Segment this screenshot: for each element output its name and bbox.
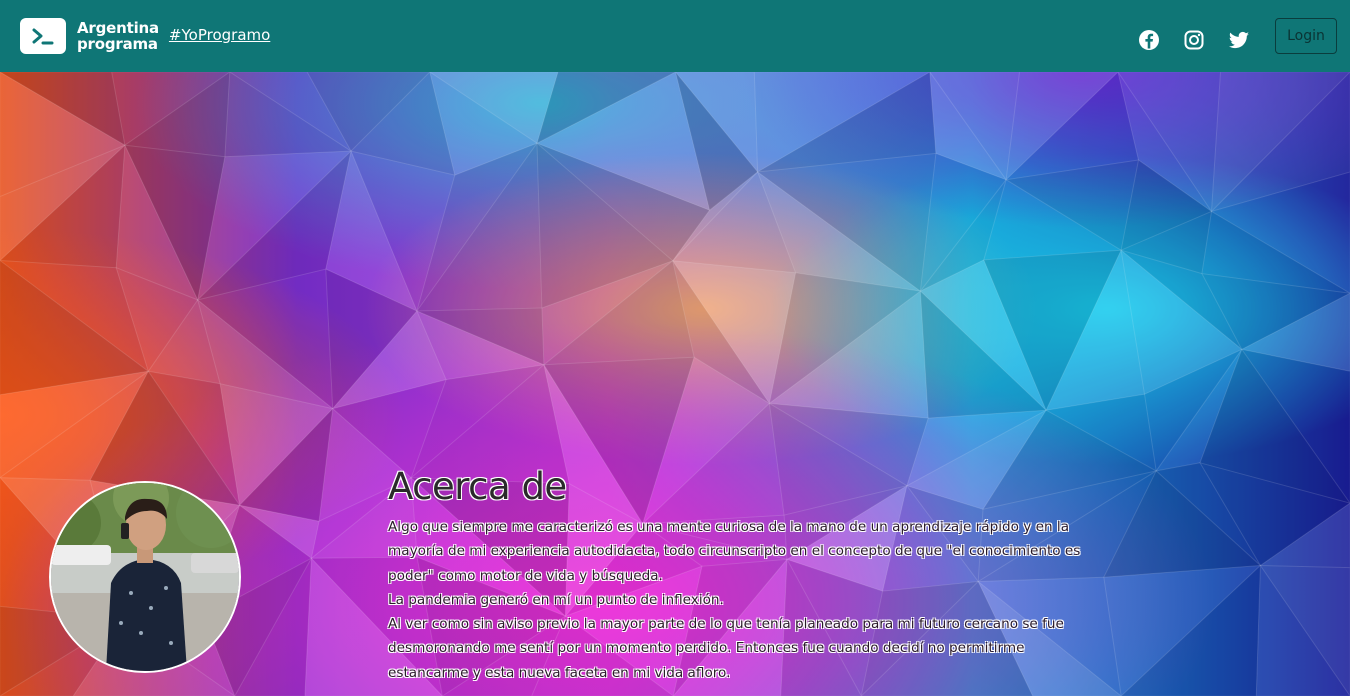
brand-line-1: Argentina bbox=[77, 19, 159, 37]
navbar: Argentina programa #YoProgramo Login bbox=[0, 0, 1350, 72]
about-title: Acerca de bbox=[388, 465, 567, 508]
hashtag-link[interactable]: #YoProgramo bbox=[169, 26, 270, 44]
brand-name[interactable]: Argentina programa bbox=[77, 20, 159, 52]
profile-avatar bbox=[49, 481, 241, 673]
about-paragraph: Algo que siempre me caracterizó es una m… bbox=[388, 519, 1081, 681]
brand-line-2: programa bbox=[77, 35, 158, 53]
facebook-icon[interactable] bbox=[1137, 28, 1161, 52]
twitter-icon[interactable] bbox=[1227, 28, 1251, 52]
login-button[interactable]: Login bbox=[1275, 18, 1337, 54]
instagram-icon[interactable] bbox=[1182, 28, 1206, 52]
terminal-logo-icon[interactable] bbox=[20, 18, 66, 54]
about-section: Acerca de Algo que siempre me caracteriz… bbox=[388, 463, 1108, 685]
social-links bbox=[1137, 28, 1251, 52]
